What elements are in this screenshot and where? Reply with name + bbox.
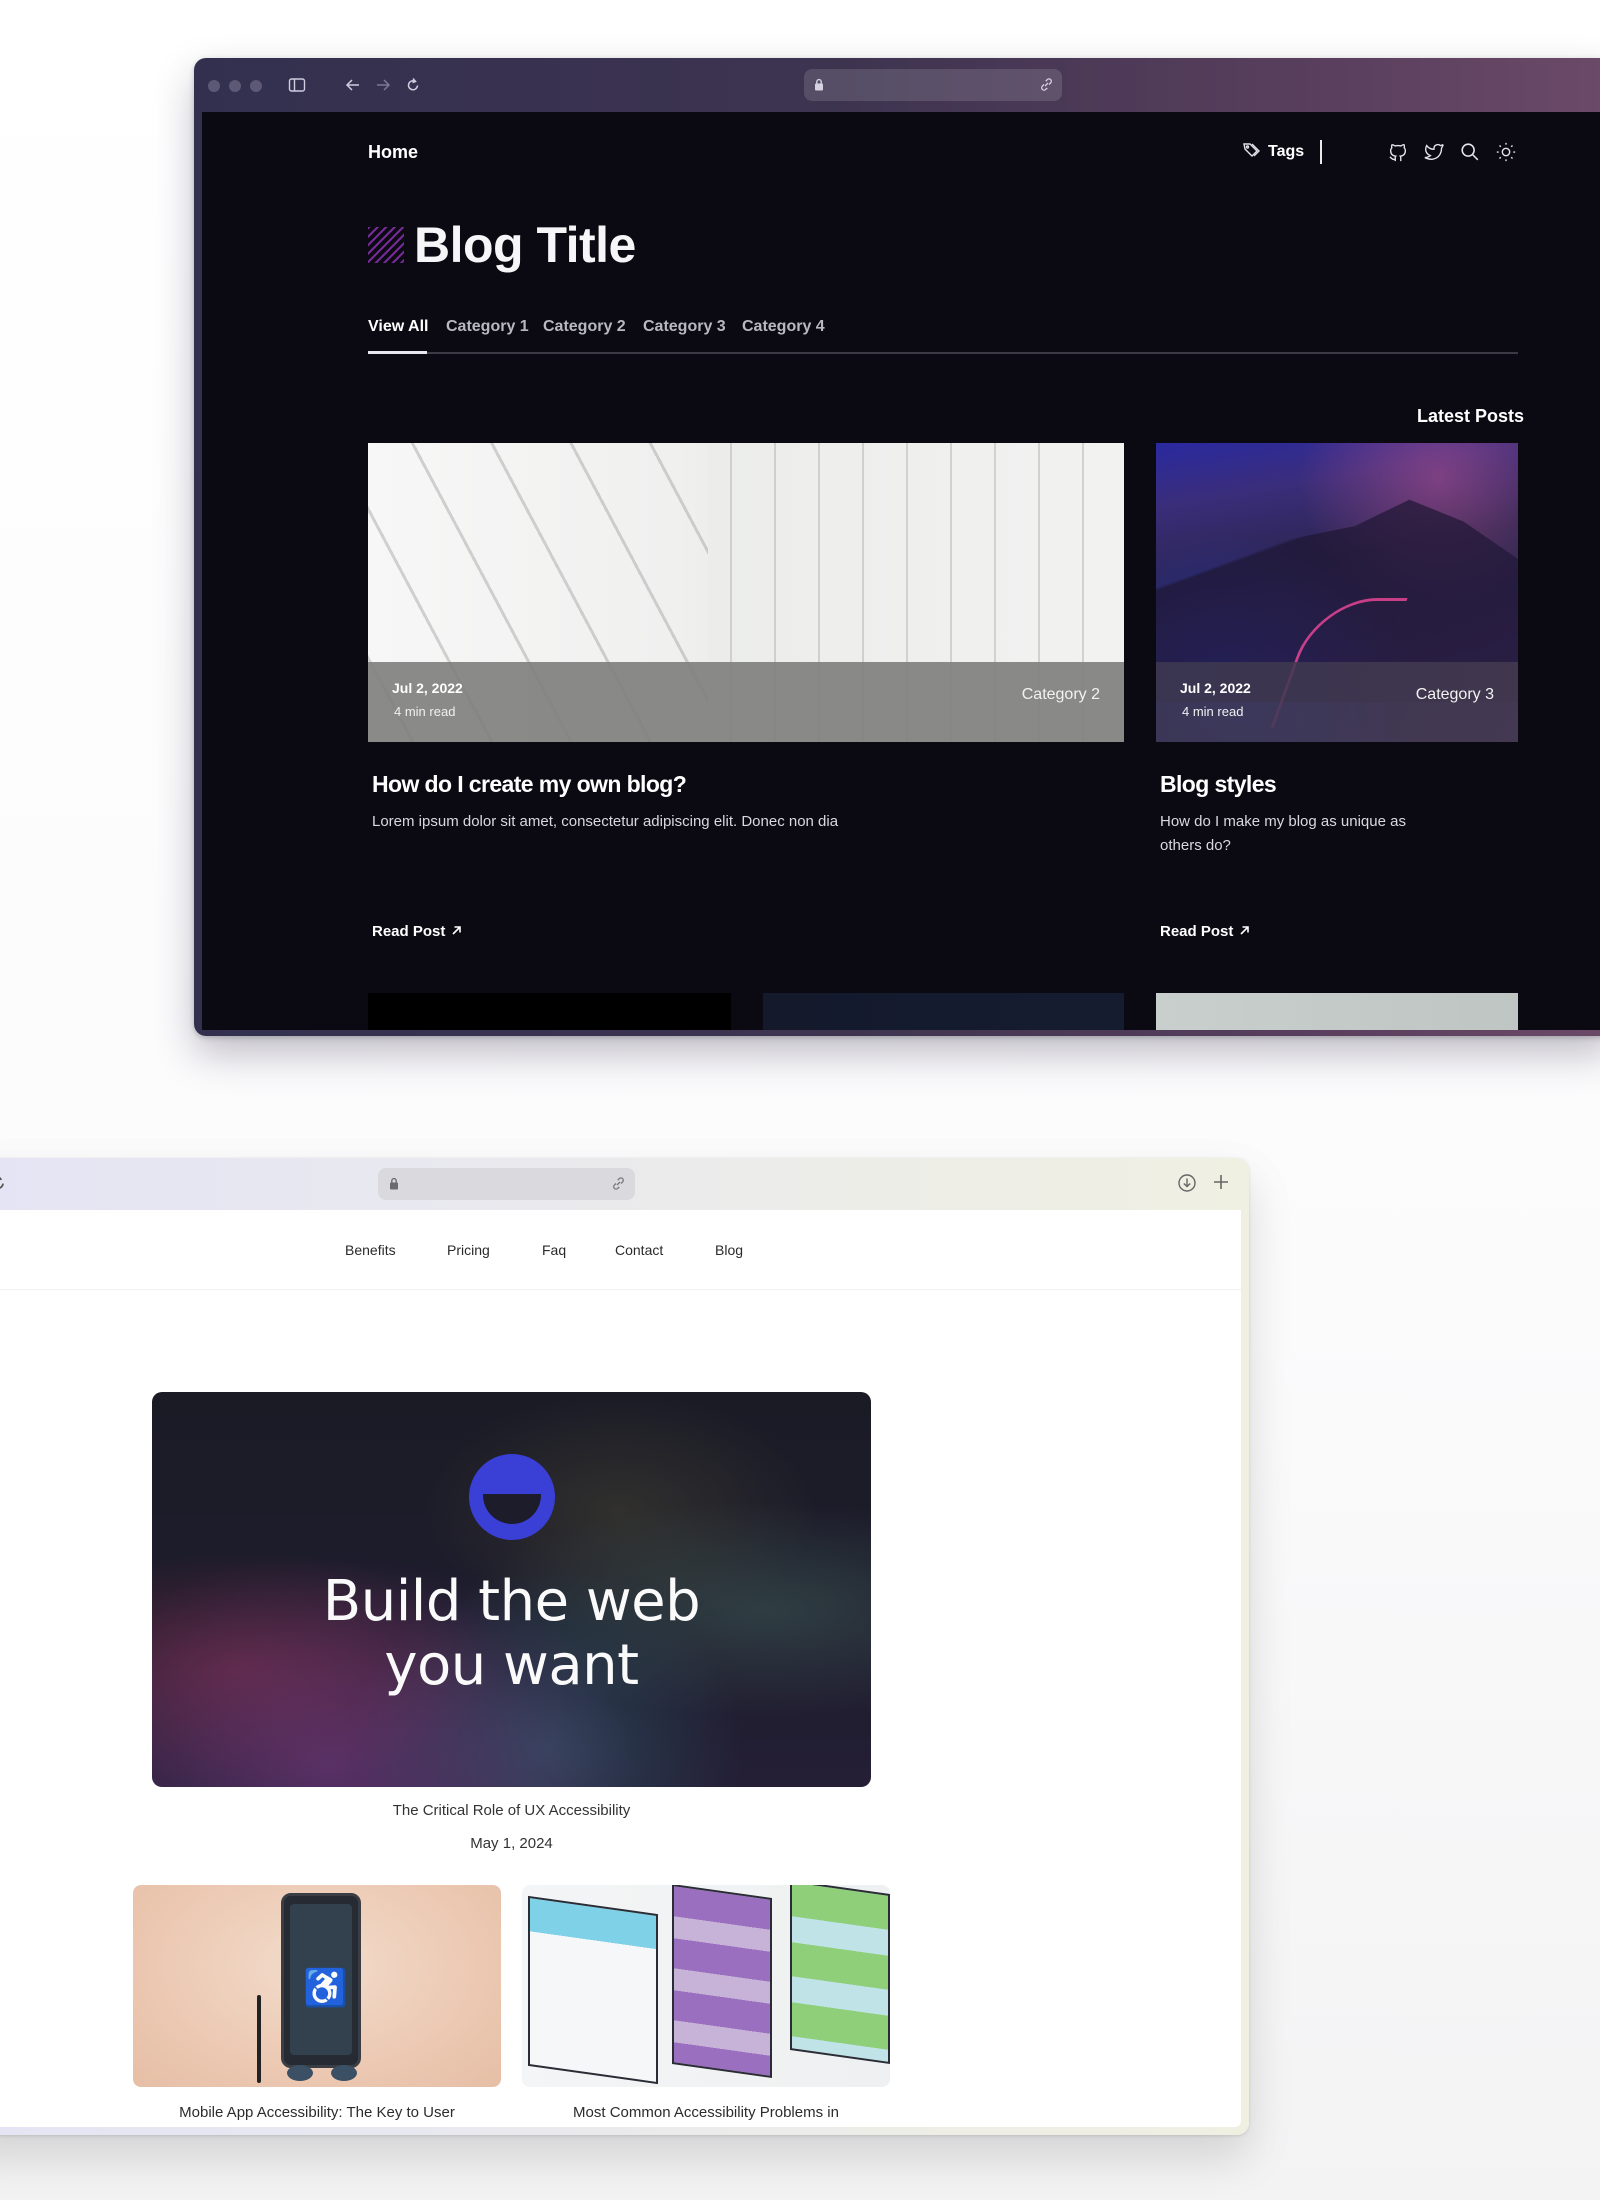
nav-benefits[interactable]: Benefits: [345, 1242, 396, 1258]
latest-posts-heading: Latest Posts: [1416, 406, 1524, 426]
post-meta-overlay: Jul 2, 2022 4 min read Category 3: [1156, 662, 1518, 742]
article-title[interactable]: Mobile App Accessibility: The Key to Use…: [133, 2104, 501, 2121]
home-link[interactable]: Home: [368, 142, 418, 163]
post-read-time: 4 min read: [394, 704, 456, 719]
post-date: Jul 2, 2022: [392, 680, 463, 696]
address-bar[interactable]: [804, 69, 1062, 101]
link-icon[interactable]: [1039, 77, 1054, 97]
phone-feet-shape: [287, 2065, 357, 2081]
blog-header: Blog Title: [368, 216, 636, 274]
sun-icon[interactable]: [1494, 140, 1518, 164]
smile-logo-icon: [468, 1454, 555, 1540]
browser-titlebar: [194, 58, 1600, 112]
post-card-partial[interactable]: [1156, 993, 1518, 1030]
sidebar-icon[interactable]: [284, 72, 310, 98]
reload-icon[interactable]: [400, 72, 426, 98]
hero-headline-line2: you want: [384, 1633, 639, 1698]
wireframe-sketch-image[interactable]: [522, 1885, 890, 2087]
post-image-link[interactable]: Jul 2, 2022 4 min read Category 3: [1156, 443, 1518, 742]
post-card-partial[interactable]: [368, 993, 731, 1030]
tags-link[interactable]: Tags: [1242, 141, 1304, 164]
browser-window-light-blog: Benefits Pricing Faq Contact Blog Build …: [0, 1158, 1249, 2135]
site-nav: Benefits Pricing Faq Contact Blog: [0, 1210, 1241, 1290]
logo-stripes-icon: [368, 227, 404, 263]
search-icon[interactable]: [1458, 140, 1482, 164]
nav-faq[interactable]: Faq: [542, 1242, 566, 1258]
address-bar[interactable]: [378, 1168, 635, 1200]
hero-headline-line1: Build the web: [322, 1569, 701, 1634]
zoom-window-button[interactable]: [250, 80, 262, 92]
wheelchair-icon: ♿: [303, 1967, 348, 2008]
sketch-panel: [528, 1895, 658, 2085]
browser-titlebar: [0, 1158, 1249, 1210]
light-blog-page: Benefits Pricing Faq Contact Blog Build …: [0, 1210, 1241, 2127]
read-post-link[interactable]: Read Post: [1160, 923, 1250, 940]
featured-post-title[interactable]: The Critical Role of UX Accessibility: [152, 1802, 871, 1819]
post-title[interactable]: How do I create my own blog?: [372, 771, 1124, 798]
tab-category-3[interactable]: Category 3: [643, 318, 726, 336]
tag-icon: [1242, 141, 1262, 164]
post-card-partial[interactable]: [763, 993, 1124, 1030]
hero-headline: Build the web you want: [152, 1570, 871, 1698]
featured-post-image[interactable]: Build the web you want: [152, 1392, 871, 1787]
github-icon[interactable]: [1386, 140, 1410, 164]
read-post-label: Read Post: [1160, 923, 1234, 940]
read-post-link[interactable]: Read Post: [372, 923, 462, 940]
active-tab-indicator: [368, 351, 427, 354]
arrow-up-right-icon: [451, 923, 462, 940]
tab-view-all[interactable]: View All: [368, 318, 428, 336]
browser-window-dark-blog: Home Tags Blog Title View All Category 1…: [194, 58, 1600, 1036]
post-image-link[interactable]: Jul 2, 2022 4 min read Category 2: [368, 443, 1124, 742]
sketch-panel: [790, 1885, 890, 2065]
tab-category-2[interactable]: Category 2: [543, 318, 626, 336]
post-card: Jul 2, 2022 4 min read Category 3 Blog s…: [1156, 443, 1518, 940]
link-icon[interactable]: [611, 1176, 626, 1196]
nav-divider: [1320, 140, 1323, 164]
read-post-label: Read Post: [372, 923, 446, 940]
post-description: How do I make my blog as unique as other…: [1160, 813, 1406, 854]
post-description: Lorem ipsum dolor sit amet, consectetur …: [372, 813, 839, 830]
download-icon[interactable]: [1177, 1173, 1197, 1198]
new-tab-icon[interactable]: [1211, 1172, 1231, 1197]
post-meta-overlay: Jul 2, 2022 4 min read Category 2: [368, 662, 1124, 742]
blog-title: Blog Title: [414, 217, 636, 273]
arrow-up-right-icon: [1239, 923, 1250, 940]
post-title[interactable]: Blog styles: [1160, 771, 1518, 798]
tab-category-4[interactable]: Category 4: [742, 318, 825, 336]
lock-icon: [389, 1177, 399, 1195]
category-tabs: View All Category 1 Category 2 Category …: [368, 318, 1518, 354]
header-nav: Tags: [1242, 138, 1323, 166]
tab-category-1[interactable]: Category 1: [446, 318, 529, 336]
nav-blog[interactable]: Blog: [715, 1242, 743, 1258]
cane-shape: [257, 1995, 261, 2083]
forward-icon[interactable]: [370, 72, 396, 98]
close-window-button[interactable]: [208, 80, 220, 92]
nav-contact[interactable]: Contact: [615, 1242, 663, 1258]
nav-pricing[interactable]: Pricing: [447, 1242, 490, 1258]
lock-icon: [814, 78, 824, 96]
reload-icon[interactable]: [0, 1173, 8, 1198]
post-read-time: 4 min read: [1182, 704, 1244, 719]
dark-blog-page: Home Tags Blog Title View All Category 1…: [202, 112, 1600, 1030]
phone-accessibility-image[interactable]: ♿: [133, 1885, 501, 2087]
twitter-icon[interactable]: [1422, 140, 1446, 164]
featured-post-date: May 1, 2024: [470, 1835, 553, 1852]
post-card: Jul 2, 2022 4 min read Category 2 How do…: [368, 443, 1124, 940]
back-icon[interactable]: [340, 72, 366, 98]
sketch-panel: [672, 1885, 772, 2079]
post-category[interactable]: Category 2: [1022, 686, 1100, 704]
minimize-window-button[interactable]: [229, 80, 241, 92]
post-category[interactable]: Category 3: [1416, 686, 1494, 704]
article-title[interactable]: Most Common Accessibility Problems in: [522, 2104, 890, 2121]
tags-label: Tags: [1268, 143, 1305, 160]
